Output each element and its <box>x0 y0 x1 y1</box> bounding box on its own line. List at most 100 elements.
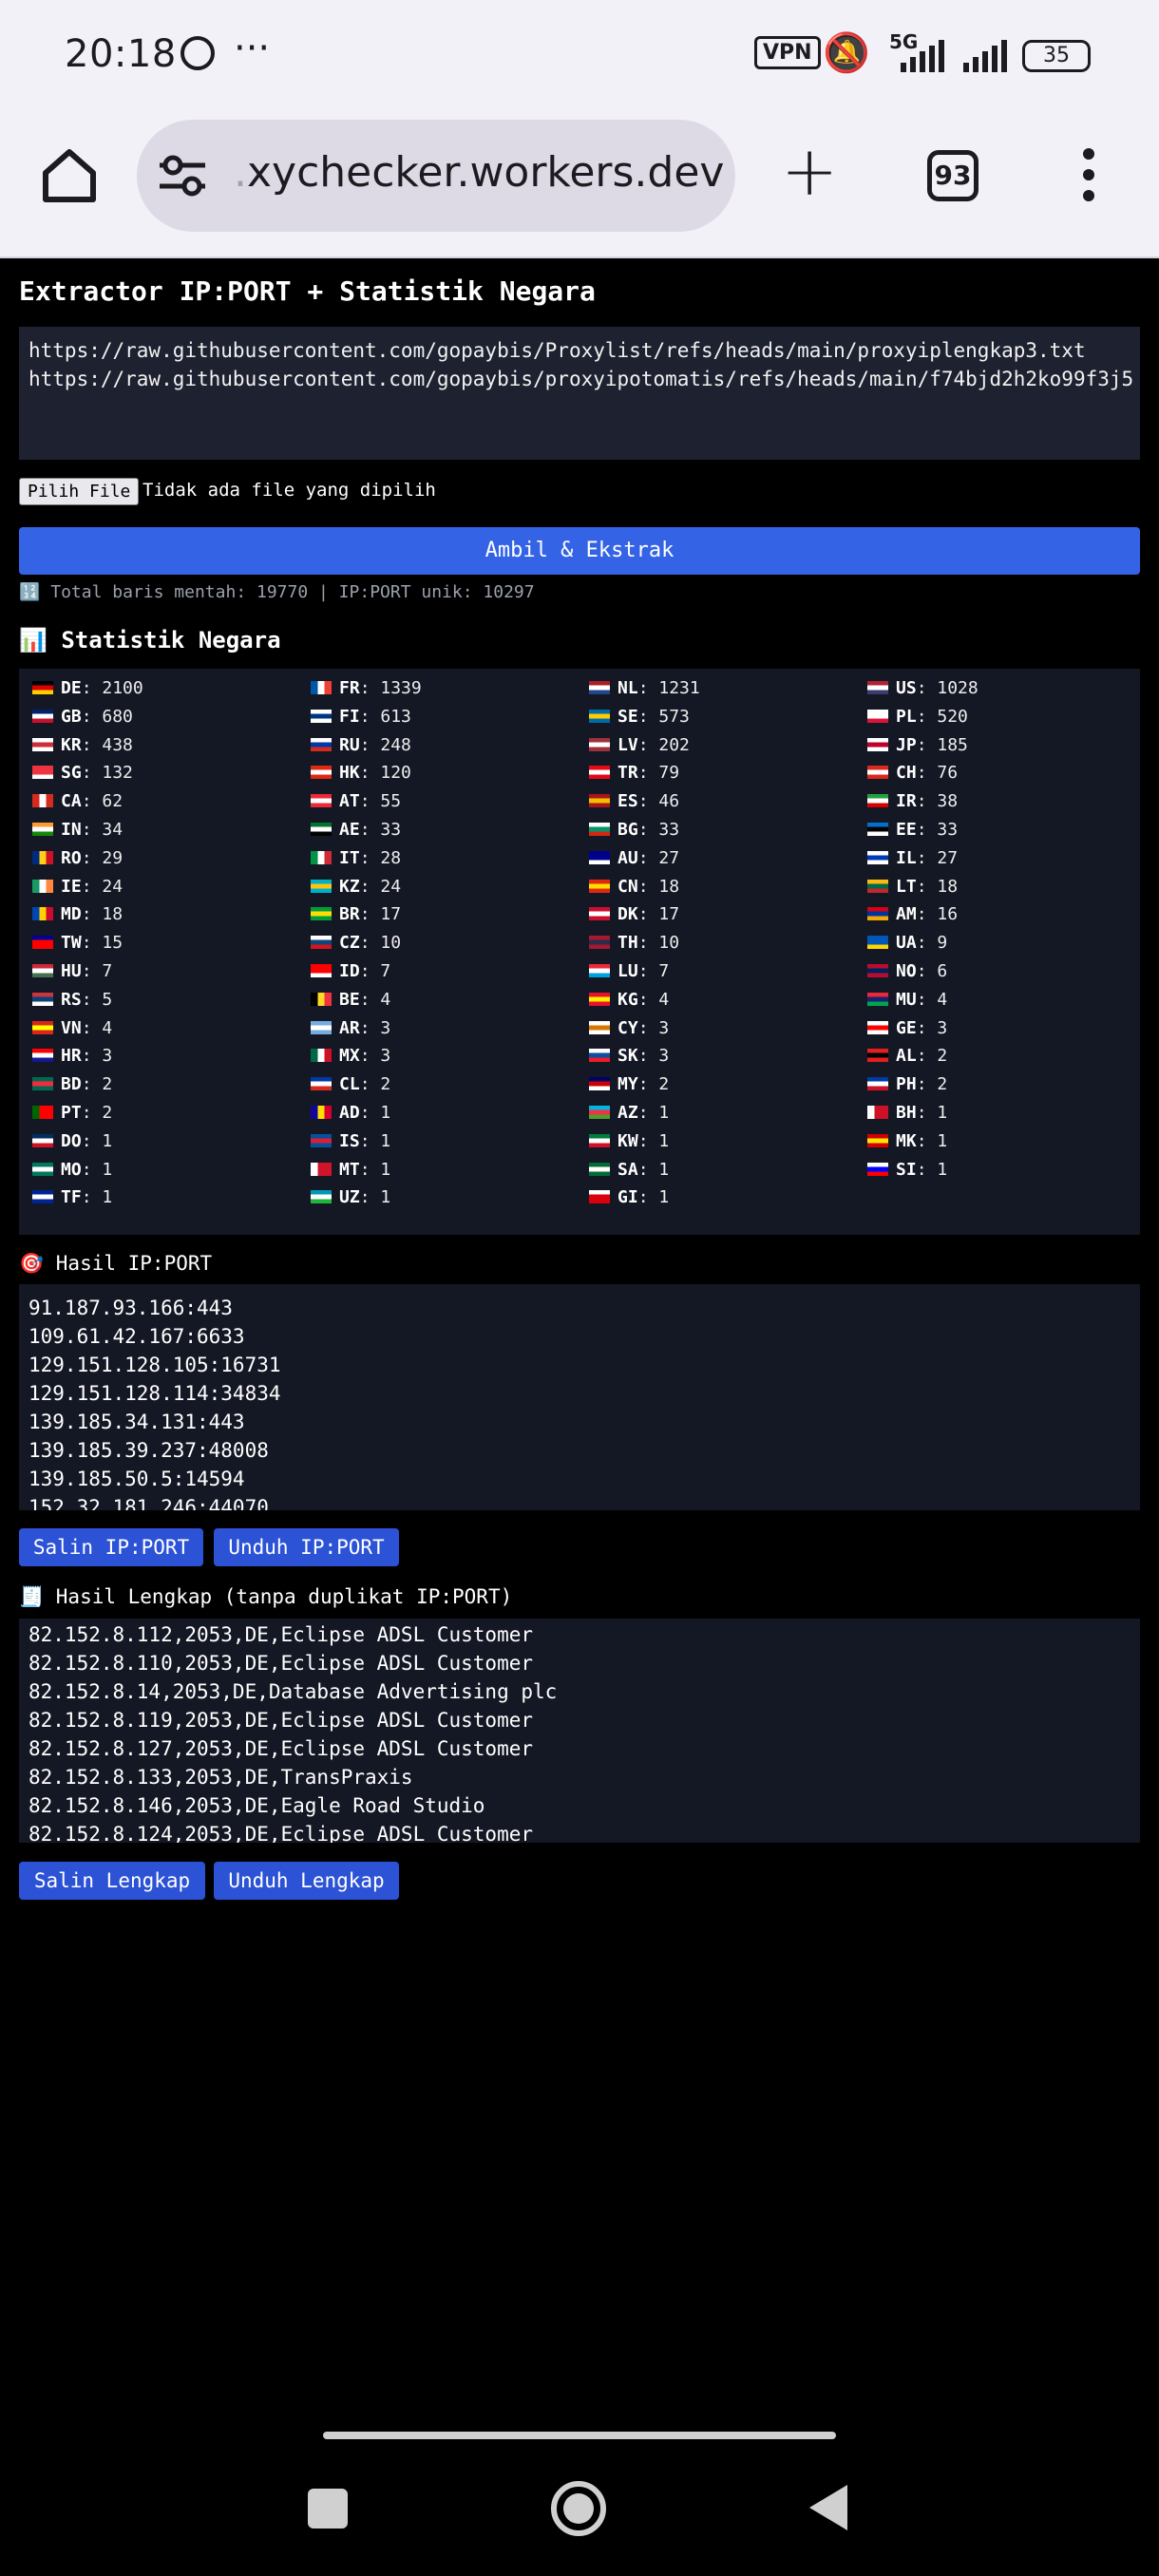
country-count: 28 <box>380 847 402 868</box>
country-code: MX <box>339 1046 360 1067</box>
flag-icon <box>867 1133 888 1147</box>
country-code: NO <box>896 961 917 981</box>
full-result-textarea[interactable]: 82.152.8.112,2053,DE,Eclipse ADSL Custom… <box>19 1619 1140 1843</box>
country-count: 3 <box>380 1017 391 1038</box>
country-count: 10 <box>380 933 402 954</box>
gesture-bar[interactable] <box>323 2432 836 2439</box>
country-stats-grid: DE: 2100 FR: 1339 NL: 1231 US: 1028 GB: 680 F… <box>19 669 1140 1235</box>
country-stat-ph: PH: 2 <box>867 1074 947 1094</box>
country-count: 1 <box>102 1130 113 1151</box>
country-stat-au: AU: 27 <box>589 848 679 868</box>
separator: : <box>81 1046 103 1067</box>
separator: : <box>359 904 381 925</box>
home-button[interactable] <box>551 2481 606 2536</box>
totals-text: 🔢 Total baris mentah: 19770 | IP:PORT un… <box>19 582 535 602</box>
country-stat-dk: DK: 17 <box>589 904 679 924</box>
new-tab-icon[interactable]: + <box>781 137 838 205</box>
url-text[interactable]: .xychecker.workers.dev <box>234 148 724 197</box>
back-button[interactable] <box>809 2485 847 2530</box>
country-stat-am: AM: 16 <box>867 904 958 924</box>
home-icon[interactable] <box>40 146 99 205</box>
country-stat-mx: MX: 3 <box>311 1046 390 1066</box>
flag-icon <box>589 1133 610 1147</box>
tab-switcher-button[interactable]: 93 <box>927 150 978 201</box>
country-count: 6 <box>937 961 948 981</box>
flag-icon <box>867 1020 888 1034</box>
vpn-icon: VPN <box>754 36 821 69</box>
download-ip-port-button[interactable]: Unduh IP:PORT <box>214 1528 399 1566</box>
country-stat-gb: GB: 680 <box>32 707 133 727</box>
flag-icon <box>311 1190 332 1204</box>
full-result-heading: 🧾 Hasil Lengkap (tanpa duplikat IP:PORT) <box>19 1585 513 1608</box>
country-code: TR <box>618 763 638 784</box>
flag-icon <box>311 907 332 921</box>
country-count: 680 <box>102 706 133 727</box>
country-code: LU <box>618 961 638 981</box>
separator: : <box>81 734 103 755</box>
country-code: VN <box>61 1017 82 1038</box>
flag-icon <box>311 964 332 977</box>
menu-icon[interactable] <box>1079 148 1098 205</box>
separator: : <box>359 706 381 727</box>
separator: : <box>637 933 659 954</box>
country-code: GE <box>896 1017 917 1038</box>
flag-icon <box>867 709 888 723</box>
whatsapp-icon <box>180 36 215 70</box>
country-count: 3 <box>937 1017 948 1038</box>
recents-button[interactable] <box>308 2489 348 2529</box>
separator: : <box>637 791 659 812</box>
separator: : <box>916 1074 938 1095</box>
separator: : <box>359 791 381 812</box>
country-stat-mo: MO: 1 <box>32 1160 112 1180</box>
flag-icon <box>32 794 53 808</box>
separator: : <box>916 1046 938 1067</box>
choose-file-button[interactable]: Pilih File <box>19 478 140 505</box>
flag-icon <box>589 964 610 977</box>
country-count: 7 <box>658 961 670 981</box>
separator: : <box>81 706 103 727</box>
flag-icon <box>32 850 53 864</box>
country-stat-fr: FR: 1339 <box>311 678 422 698</box>
country-code: AT <box>339 791 360 812</box>
separator: : <box>359 1130 381 1151</box>
country-code: ES <box>618 791 638 812</box>
country-code: HR <box>61 1046 82 1067</box>
country-stat-ar: AR: 3 <box>311 1018 390 1038</box>
separator: : <box>359 734 381 755</box>
country-stat-rs: RS: 5 <box>32 990 112 1010</box>
flag-icon <box>311 766 332 780</box>
country-stat-mt: MT: 1 <box>311 1160 390 1180</box>
separator: : <box>916 1159 938 1180</box>
country-stat-my: MY: 2 <box>589 1074 669 1094</box>
country-count: 1 <box>380 1159 391 1180</box>
country-code: CY <box>618 1017 638 1038</box>
country-stat-hk: HK: 120 <box>311 763 411 783</box>
country-count: 2100 <box>102 678 143 698</box>
copy-ip-port-button[interactable]: Salin IP:PORT <box>19 1528 203 1566</box>
country-count: 7 <box>102 961 113 981</box>
country-stat-sg: SG: 132 <box>32 763 133 783</box>
download-full-button[interactable]: Unduh Lengkap <box>214 1862 399 1900</box>
country-count: 438 <box>102 734 133 755</box>
country-stat-in: IN: 34 <box>32 820 123 840</box>
address-bar[interactable]: .xychecker.workers.dev <box>137 120 735 232</box>
separator: : <box>81 989 103 1010</box>
copy-full-button[interactable]: Salin Lengkap <box>19 1862 205 1900</box>
country-code: GB <box>61 706 82 727</box>
flag-icon <box>32 766 53 780</box>
country-code: UA <box>896 933 917 954</box>
country-count: 5 <box>102 989 113 1010</box>
flag-icon <box>867 992 888 1006</box>
country-stat-kw: KW: 1 <box>589 1131 669 1151</box>
country-count: 202 <box>658 734 690 755</box>
flag-icon <box>867 879 888 893</box>
url-list-textarea[interactable]: https://raw.githubusercontent.com/gopayb… <box>19 327 1140 460</box>
ip-port-result-textarea[interactable]: 91.187.93.166:443 109.61.42.167:6633 129… <box>19 1284 1140 1510</box>
country-code: BR <box>339 904 360 925</box>
fetch-extract-button[interactable]: Ambil & Ekstrak <box>19 527 1140 575</box>
site-settings-icon[interactable] <box>158 154 207 198</box>
country-count: 24 <box>380 876 402 897</box>
flag-icon <box>589 850 610 864</box>
separator: : <box>359 1046 381 1067</box>
separator: : <box>916 791 938 812</box>
